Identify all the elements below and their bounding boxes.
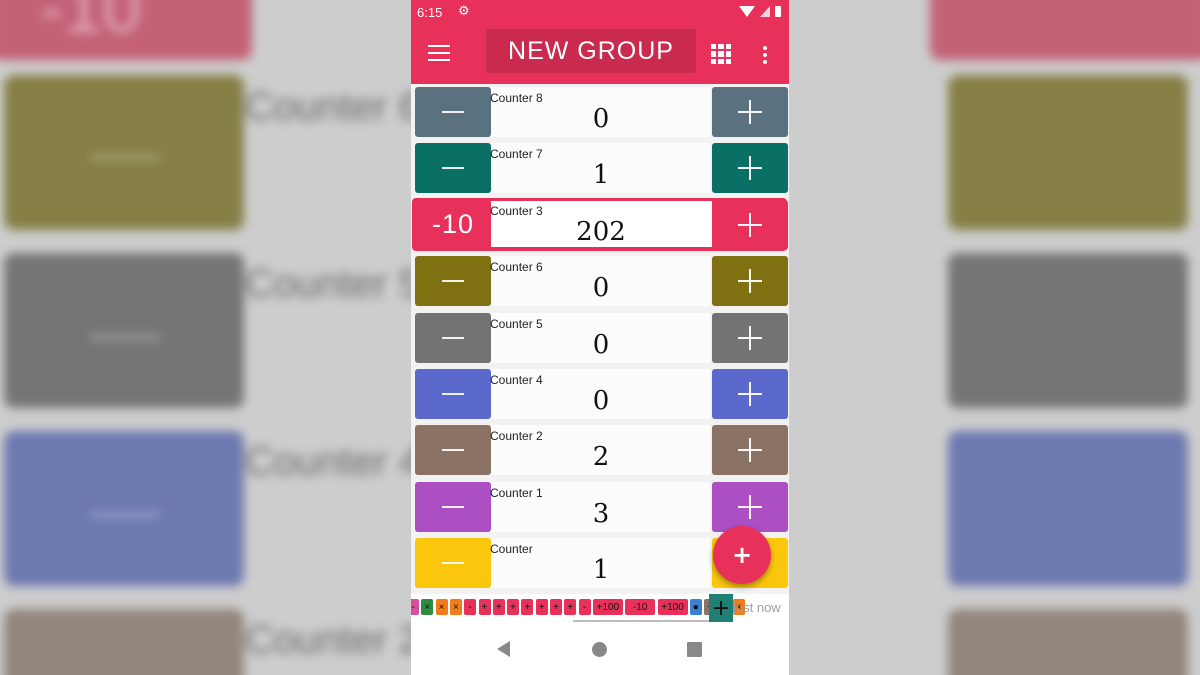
decrement-button[interactable] [415,481,491,532]
counter-value: 0 [592,273,610,304]
counter-name: Counter 6 [490,260,543,275]
settings-notification-icon: ⚙ [458,4,470,19]
minus-icon [442,505,464,508]
minus-icon [442,280,464,283]
history-timestamp: just now [733,600,781,615]
counter-value: 0 [592,386,610,416]
hamburger-menu-icon[interactable] [428,45,450,63]
history-bar[interactable]: ×-+●+100-10+100-+++++++-×××- + just now [411,594,789,622]
increment-button[interactable] [712,425,788,476]
counter-value: 0 [592,329,610,360]
counter-name: Counter 2 [490,429,543,444]
plus-icon [738,438,762,463]
counter-row: Counter 6 0 [411,253,789,309]
decrement-amount-label: -10 [431,209,475,240]
decrement-button[interactable]: -10 [415,199,491,250]
plus-icon [738,325,762,350]
status-time: 6:15 [417,5,443,20]
plus-icon [738,100,762,124]
increment-button[interactable] [712,143,788,194]
counter-name: Counter 4 [490,373,543,387]
history-chip[interactable]: +100 [657,599,688,615]
counter-value: 3 [592,498,610,529]
decrement-button[interactable] [415,87,491,137]
minus-icon [442,111,464,113]
decrement-button[interactable] [415,425,491,476]
status-icons [739,6,781,17]
decrement-button[interactable] [415,369,491,419]
add-counter-fab[interactable]: + [713,526,771,584]
increment-button[interactable] [712,369,788,419]
history-chip[interactable]: + [507,599,520,615]
counter-row: Counter 7 1 [411,140,789,196]
android-nav-bar [411,622,789,675]
counter-value: 2 [592,442,610,473]
history-chip[interactable]: + [564,599,577,615]
counter-value: 0 [592,104,610,134]
history-chip[interactable]: + [521,599,534,615]
counter-name: Counter 1 [490,485,543,500]
wifi-icon [739,6,755,17]
recents-icon[interactable] [687,642,702,657]
battery-icon [775,6,781,17]
history-chip[interactable]: -10 [625,599,656,615]
history-chip[interactable]: - [464,599,477,615]
decrement-button[interactable] [415,143,491,194]
plus-icon [738,156,762,181]
back-icon[interactable] [497,641,510,657]
history-chip[interactable]: + [550,599,562,615]
history-chip[interactable]: - [411,599,419,615]
minus-icon [442,167,464,170]
history-add-icon[interactable]: + [709,594,733,622]
plus-icon [738,494,762,519]
decrement-button[interactable] [415,312,491,363]
counter-value: 1 [592,160,610,191]
increment-button[interactable] [712,256,788,307]
counter-value: 202 [576,216,626,247]
toolbar: NEW GROUP [411,26,789,84]
history-chip[interactable]: × [435,599,448,615]
history-chip[interactable]: +100 [592,599,623,615]
minus-icon [442,562,464,565]
history-chip[interactable]: × [421,599,434,615]
counter-row: Counter 8 0 [411,84,789,140]
history-chip[interactable]: ● [689,599,702,615]
decrement-button[interactable] [415,538,491,589]
group-title[interactable]: NEW GROUP [486,29,696,73]
history-chip[interactable]: + [492,599,505,615]
counter-name: Counter 3 [490,203,543,218]
decrement-button[interactable] [415,256,491,307]
plus-icon [738,212,762,237]
status-bar: 6:15 ⚙ [411,0,789,26]
grid-view-icon[interactable] [711,44,731,64]
counter-name: Counter [490,542,533,557]
counter-row: -10 Counter 3 202 [411,197,789,253]
minus-icon [442,449,464,452]
plus-icon [738,382,762,406]
increment-button[interactable] [712,312,788,363]
counter-row: Counter 2 2 [411,422,789,478]
signal-icon [760,6,770,17]
plus-icon [738,269,762,294]
counter-list: Counter 8 0 Counter 7 1 -10 Counter 3 202 Count… [411,84,789,594]
phone-screen: 6:15 ⚙ NEW GROUP Counter 8 0 Counter 7 1 -10… [411,0,789,675]
history-chip[interactable]: + [535,599,548,615]
counter-row: Counter 4 0 [411,366,789,422]
more-options-icon[interactable] [763,46,767,67]
counter-value: 1 [592,555,610,586]
counter-row: Counter 5 0 [411,310,789,366]
history-chip[interactable]: + [478,599,491,615]
increment-button[interactable] [712,199,788,250]
counter-name: Counter 7 [490,147,543,162]
minus-icon [442,393,464,395]
increment-button[interactable] [712,481,788,532]
home-icon[interactable] [592,642,607,657]
counter-name: Counter 5 [490,316,543,331]
history-chip[interactable]: - [578,599,591,615]
counter-name: Counter 8 [490,91,543,105]
minus-icon [442,336,464,339]
history-chip[interactable]: × [449,599,462,615]
increment-button[interactable] [712,87,788,137]
